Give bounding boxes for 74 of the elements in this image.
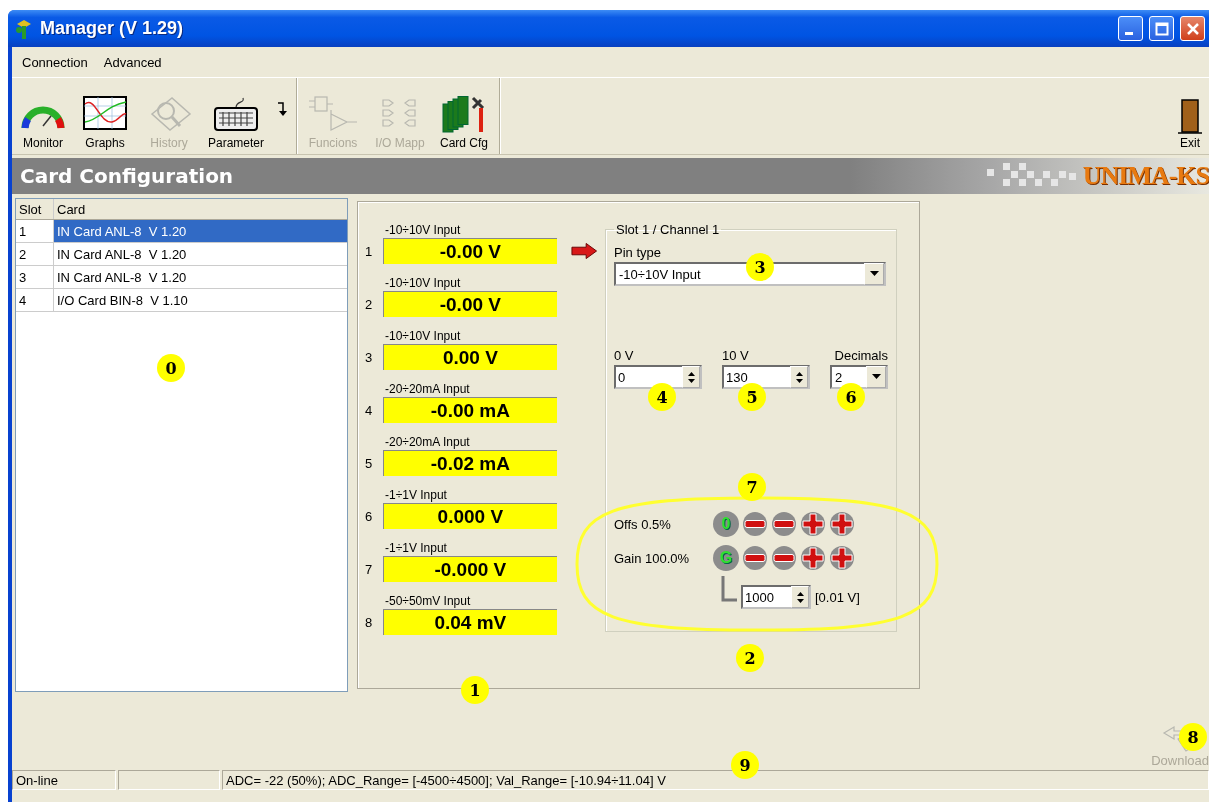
spin-field[interactable]: 1000 bbox=[741, 585, 811, 609]
maximize-button[interactable] bbox=[1149, 16, 1174, 41]
channel-value[interactable]: -0.00 V bbox=[383, 238, 557, 264]
spin-field[interactable]: 0 bbox=[614, 365, 702, 389]
close-button[interactable] bbox=[1180, 16, 1205, 41]
field-label: 10 V bbox=[722, 348, 750, 363]
status-message: ADC= -22 (50%); ADC_Range= [-4500÷4500]; Val_Range= [-10.94÷11.04] V bbox=[222, 770, 1209, 790]
minimize-button[interactable] bbox=[1118, 16, 1143, 41]
column-header: Card bbox=[56, 200, 87, 219]
slot-row[interactable]: 3 IN Card ANL-8 V 1.20 bbox=[16, 266, 347, 289]
field-label: Pin type bbox=[614, 245, 662, 260]
channel-number: 8 bbox=[364, 614, 374, 630]
channel-type: -20÷20mA Input bbox=[384, 434, 471, 450]
logo: UNIMA-KS bbox=[1082, 161, 1209, 191]
close-icon bbox=[1185, 21, 1200, 36]
channel-value[interactable]: -0.00 V bbox=[383, 291, 557, 317]
door-icon bbox=[1177, 98, 1203, 136]
plus-icon[interactable] bbox=[829, 511, 855, 537]
toolbar-button[interactable]: Parameter bbox=[204, 94, 269, 150]
column-header: Slot bbox=[16, 199, 54, 219]
channel-type: -20÷20mA Input bbox=[384, 381, 471, 397]
channel-value[interactable]: -0.00 mA bbox=[383, 397, 557, 423]
menu-item[interactable]: Connection bbox=[16, 52, 94, 72]
spin-field[interactable]: 130 bbox=[722, 365, 810, 389]
channel-number: 6 bbox=[364, 508, 374, 524]
menu-item[interactable]: Advanced bbox=[97, 52, 168, 72]
connector-line bbox=[721, 576, 737, 604]
channel-type: -1÷1V Input bbox=[384, 540, 448, 556]
channel-number: 4 bbox=[364, 402, 374, 418]
minus-icon[interactable] bbox=[771, 545, 797, 571]
toolbar-button[interactable]: Card Cfg bbox=[435, 94, 494, 150]
minus-icon[interactable] bbox=[771, 511, 797, 537]
decimals-dropdown[interactable]: 2 bbox=[830, 365, 888, 389]
channel-value[interactable]: -0.02 mA bbox=[383, 450, 557, 476]
plus-icon[interactable] bbox=[800, 511, 826, 537]
dropdown-arrow-icon bbox=[871, 374, 881, 380]
channel-number: 7 bbox=[364, 561, 374, 577]
channel-value[interactable]: 0.04 mV bbox=[383, 609, 557, 635]
field-label: 0 V bbox=[614, 348, 635, 363]
channel-type: -10÷10V Input bbox=[384, 275, 462, 291]
spin-arrows-icon bbox=[686, 370, 696, 384]
window-title: Manager (V 1.29) bbox=[40, 18, 185, 39]
spin-arrows-icon bbox=[794, 370, 804, 384]
channel-number: 1 bbox=[364, 243, 374, 259]
channel-type: -10÷10V Input bbox=[384, 328, 462, 344]
minus-icon[interactable] bbox=[742, 545, 768, 571]
channel-type: -10÷10V Input bbox=[384, 222, 462, 238]
toolbar-button[interactable]: Monitor bbox=[16, 94, 70, 150]
offset-label: Offs 0.5% bbox=[614, 516, 672, 532]
status-text: On-line bbox=[12, 770, 116, 790]
field-label: Decimals bbox=[834, 348, 888, 363]
minus-icon[interactable] bbox=[742, 511, 768, 537]
group-title: Slot 1 / Channel 1 bbox=[615, 222, 721, 237]
channel-value[interactable]: -0.000 V bbox=[383, 556, 557, 582]
toolbar-button[interactable]: Graphs bbox=[76, 94, 134, 150]
minimize-icon bbox=[1125, 32, 1133, 35]
gain-label: Gain 100.0% bbox=[614, 550, 691, 566]
slot-row[interactable]: 2 IN Card ANL-8 V 1.20 bbox=[16, 243, 347, 266]
maximize-icon bbox=[1154, 21, 1169, 36]
spin-arrows-icon bbox=[795, 590, 805, 604]
section-title: Card Configuration bbox=[19, 164, 234, 188]
exit-button[interactable]: Exit bbox=[1171, 78, 1209, 154]
channel-number: 5 bbox=[364, 455, 374, 471]
channel-number: 2 bbox=[364, 296, 374, 312]
channel-type: -50÷50mV Input bbox=[384, 593, 472, 609]
channel-value[interactable]: 0.000 V bbox=[383, 503, 557, 529]
dropdown-arrow-icon bbox=[869, 271, 879, 277]
channel-value[interactable]: 0.00 V bbox=[383, 344, 557, 370]
channel-type: -1÷1V Input bbox=[384, 487, 448, 503]
channel-number: 3 bbox=[364, 349, 374, 365]
unit-label: [0.01 V] bbox=[815, 589, 860, 605]
slot-row[interactable]: 4 I/O Card BIN-8 V 1.10 bbox=[16, 289, 347, 312]
plus-icon[interactable] bbox=[800, 545, 826, 571]
plus-icon[interactable] bbox=[829, 545, 855, 571]
